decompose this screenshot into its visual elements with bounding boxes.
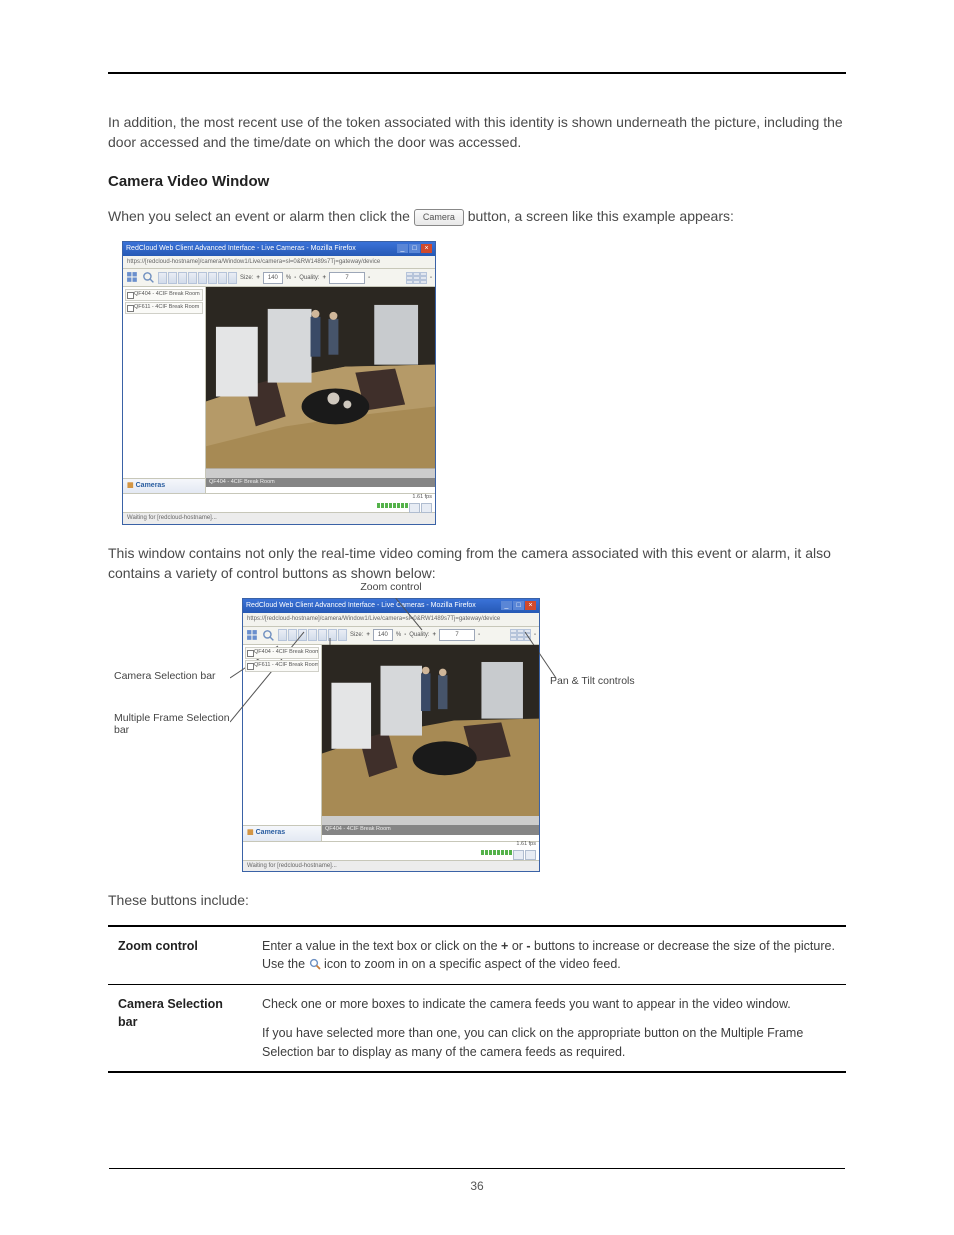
video-caption: QF404 - 4CIF Break Room xyxy=(206,478,435,488)
callout-camera-selection: Camera Selection bar xyxy=(114,670,242,682)
q-plus-icon[interactable]: + xyxy=(323,274,327,283)
page: In addition, the most recent use of the … xyxy=(0,0,954,1235)
zoom-icon[interactable] xyxy=(142,271,155,284)
camera-checkbox-item[interactable]: QF611 - 4CIF Break Room xyxy=(125,302,203,314)
intro-paragraph: In addition, the most recent use of the … xyxy=(108,112,846,153)
quality-select[interactable]: 7 xyxy=(329,272,365,284)
address-bar[interactable]: https://[redcloud-hostname]/camera/Windo… xyxy=(123,256,435,270)
minus-icon[interactable]: - xyxy=(294,274,296,283)
camera-checkbox-item[interactable]: QF404 - 4CIF Break Room xyxy=(125,289,203,301)
pre-text: When you select an event or alarm then c… xyxy=(108,208,414,224)
left-callouts: Camera Selection bar Multiple Frame Sele… xyxy=(114,598,242,766)
lower-strip: 1.61 fps xyxy=(123,493,435,512)
mid-paragraph: This window contains not only the real-t… xyxy=(108,543,846,584)
size-input[interactable]: 140 xyxy=(263,272,283,284)
top-rule xyxy=(108,72,846,74)
plus-icon[interactable]: + xyxy=(256,274,260,283)
minimize-icon[interactable]: _ xyxy=(397,244,408,253)
diagram-frame: Zoom control RedCloud Web Client Advance… xyxy=(242,598,540,873)
row-header: Zoom control xyxy=(108,927,252,985)
statusbar: Waiting for [redcloud-hostname]... xyxy=(123,512,435,524)
quality-label: Quality: xyxy=(299,274,319,283)
record-icon[interactable] xyxy=(421,503,432,513)
video-feed: QF404 - 4CIF Break Room xyxy=(206,287,435,487)
window-titlebar: RedCloud Web Client Advanced Interface -… xyxy=(123,242,435,256)
pct-label: % xyxy=(286,274,291,283)
callout-multiframe: Multiple Frame Selection bar xyxy=(114,712,242,736)
toolbar: Size: + 140 % - Quality: + 7 - - xyxy=(123,269,435,287)
pt-minus-icon[interactable]: - xyxy=(430,274,432,283)
row-cell: Enter a value in the text box or click o… xyxy=(252,927,846,985)
section-heading: Camera Video Window xyxy=(108,171,846,193)
maximize-icon[interactable]: □ xyxy=(409,244,420,253)
camera-button[interactable]: Camera xyxy=(414,209,464,226)
these-buttons: These buttons include: xyxy=(108,890,846,910)
row-cell: Check one or more boxes to indicate the … xyxy=(252,985,846,1071)
controls-table: Zoom control Enter a value in the text b… xyxy=(108,925,846,1074)
magnifier-icon xyxy=(309,958,321,970)
post-text: button, a screen like this example appea… xyxy=(468,208,734,224)
pan-tilt-cluster-icon[interactable] xyxy=(406,272,427,284)
camera-sidebar: QF404 - 4CIF Break Room QF611 - 4CIF Bre… xyxy=(123,287,206,493)
window-title: RedCloud Web Client Advanced Interface -… xyxy=(126,244,356,254)
camera-select-paragraph: When you select an event or alarm then c… xyxy=(108,206,846,226)
table-row: Camera Selection bar Check one or more b… xyxy=(108,985,846,1073)
cameras-bar-icon: ▦ xyxy=(127,482,134,489)
callout-zoom: Zoom control xyxy=(242,580,540,595)
close-icon[interactable]: × xyxy=(421,244,432,253)
fps-label: 1.61 fps xyxy=(412,494,432,502)
cameras-bar[interactable]: ▦Cameras xyxy=(123,478,205,493)
row-header: Camera Selection bar xyxy=(108,985,252,1071)
size-label: Size: xyxy=(240,274,253,283)
grid-select-icon[interactable] xyxy=(126,271,139,284)
annotated-diagram: Camera Selection bar Multiple Frame Sele… xyxy=(114,598,846,873)
frame-grid-buttons[interactable] xyxy=(158,272,237,284)
snapshot-icon[interactable] xyxy=(409,503,420,513)
q-minus-icon[interactable]: - xyxy=(368,274,370,283)
camera-list: QF404 - 4CIF Break Room QF611 - 4CIF Bre… xyxy=(123,287,205,317)
window-buttons: _ □ × xyxy=(397,244,432,253)
progress-chips xyxy=(377,503,432,513)
camera-window-screenshot: RedCloud Web Client Advanced Interface -… xyxy=(122,241,436,526)
page-footer: 36 xyxy=(0,1160,954,1195)
page-number: 36 xyxy=(470,1179,483,1193)
table-row: Zoom control Enter a value in the text b… xyxy=(108,925,846,986)
